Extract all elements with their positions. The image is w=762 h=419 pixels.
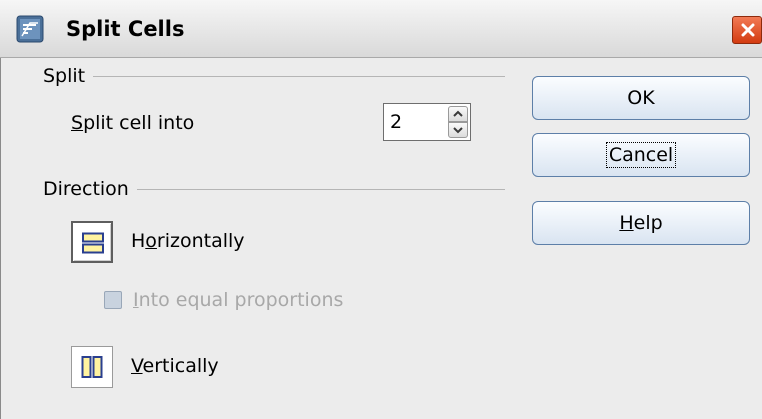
increment-button[interactable]: [448, 106, 468, 122]
help-button[interactable]: Help: [532, 201, 750, 245]
horizontal-direction-button[interactable]: [71, 221, 113, 263]
split-horizontal-icon: [82, 232, 104, 254]
vertically-label[interactable]: Vertically: [131, 354, 219, 378]
chevron-down-icon: [453, 127, 463, 134]
close-icon: [741, 23, 755, 37]
split-count-input[interactable]: [390, 110, 440, 134]
direction-group-label: Direction: [43, 177, 137, 201]
split-group-label: Split: [43, 64, 94, 88]
dialog-body: Split Split cell into Direction Horizont…: [0, 58, 762, 419]
app-document-icon: [16, 15, 44, 43]
split-cell-into-label: Split cell into: [71, 112, 195, 134]
split-separator: [43, 76, 505, 77]
split-count-spinbox[interactable]: [383, 103, 471, 141]
ok-button[interactable]: OK: [532, 76, 750, 120]
cancel-button[interactable]: Cancel: [532, 133, 750, 177]
chevron-up-icon: [453, 110, 463, 117]
equal-proportions-label: Into equal proportions: [133, 289, 344, 311]
horizontally-label[interactable]: Horizontally: [131, 229, 245, 253]
close-button[interactable]: [732, 16, 762, 44]
decrement-button[interactable]: [448, 122, 468, 138]
spin-buttons: [448, 106, 468, 138]
title-bar[interactable]: Split Cells: [0, 0, 762, 58]
equal-proportions-checkbox[interactable]: [104, 291, 122, 309]
dialog-title: Split Cells: [66, 17, 185, 41]
vertical-direction-button[interactable]: [71, 346, 113, 388]
split-vertical-icon: [81, 356, 103, 378]
